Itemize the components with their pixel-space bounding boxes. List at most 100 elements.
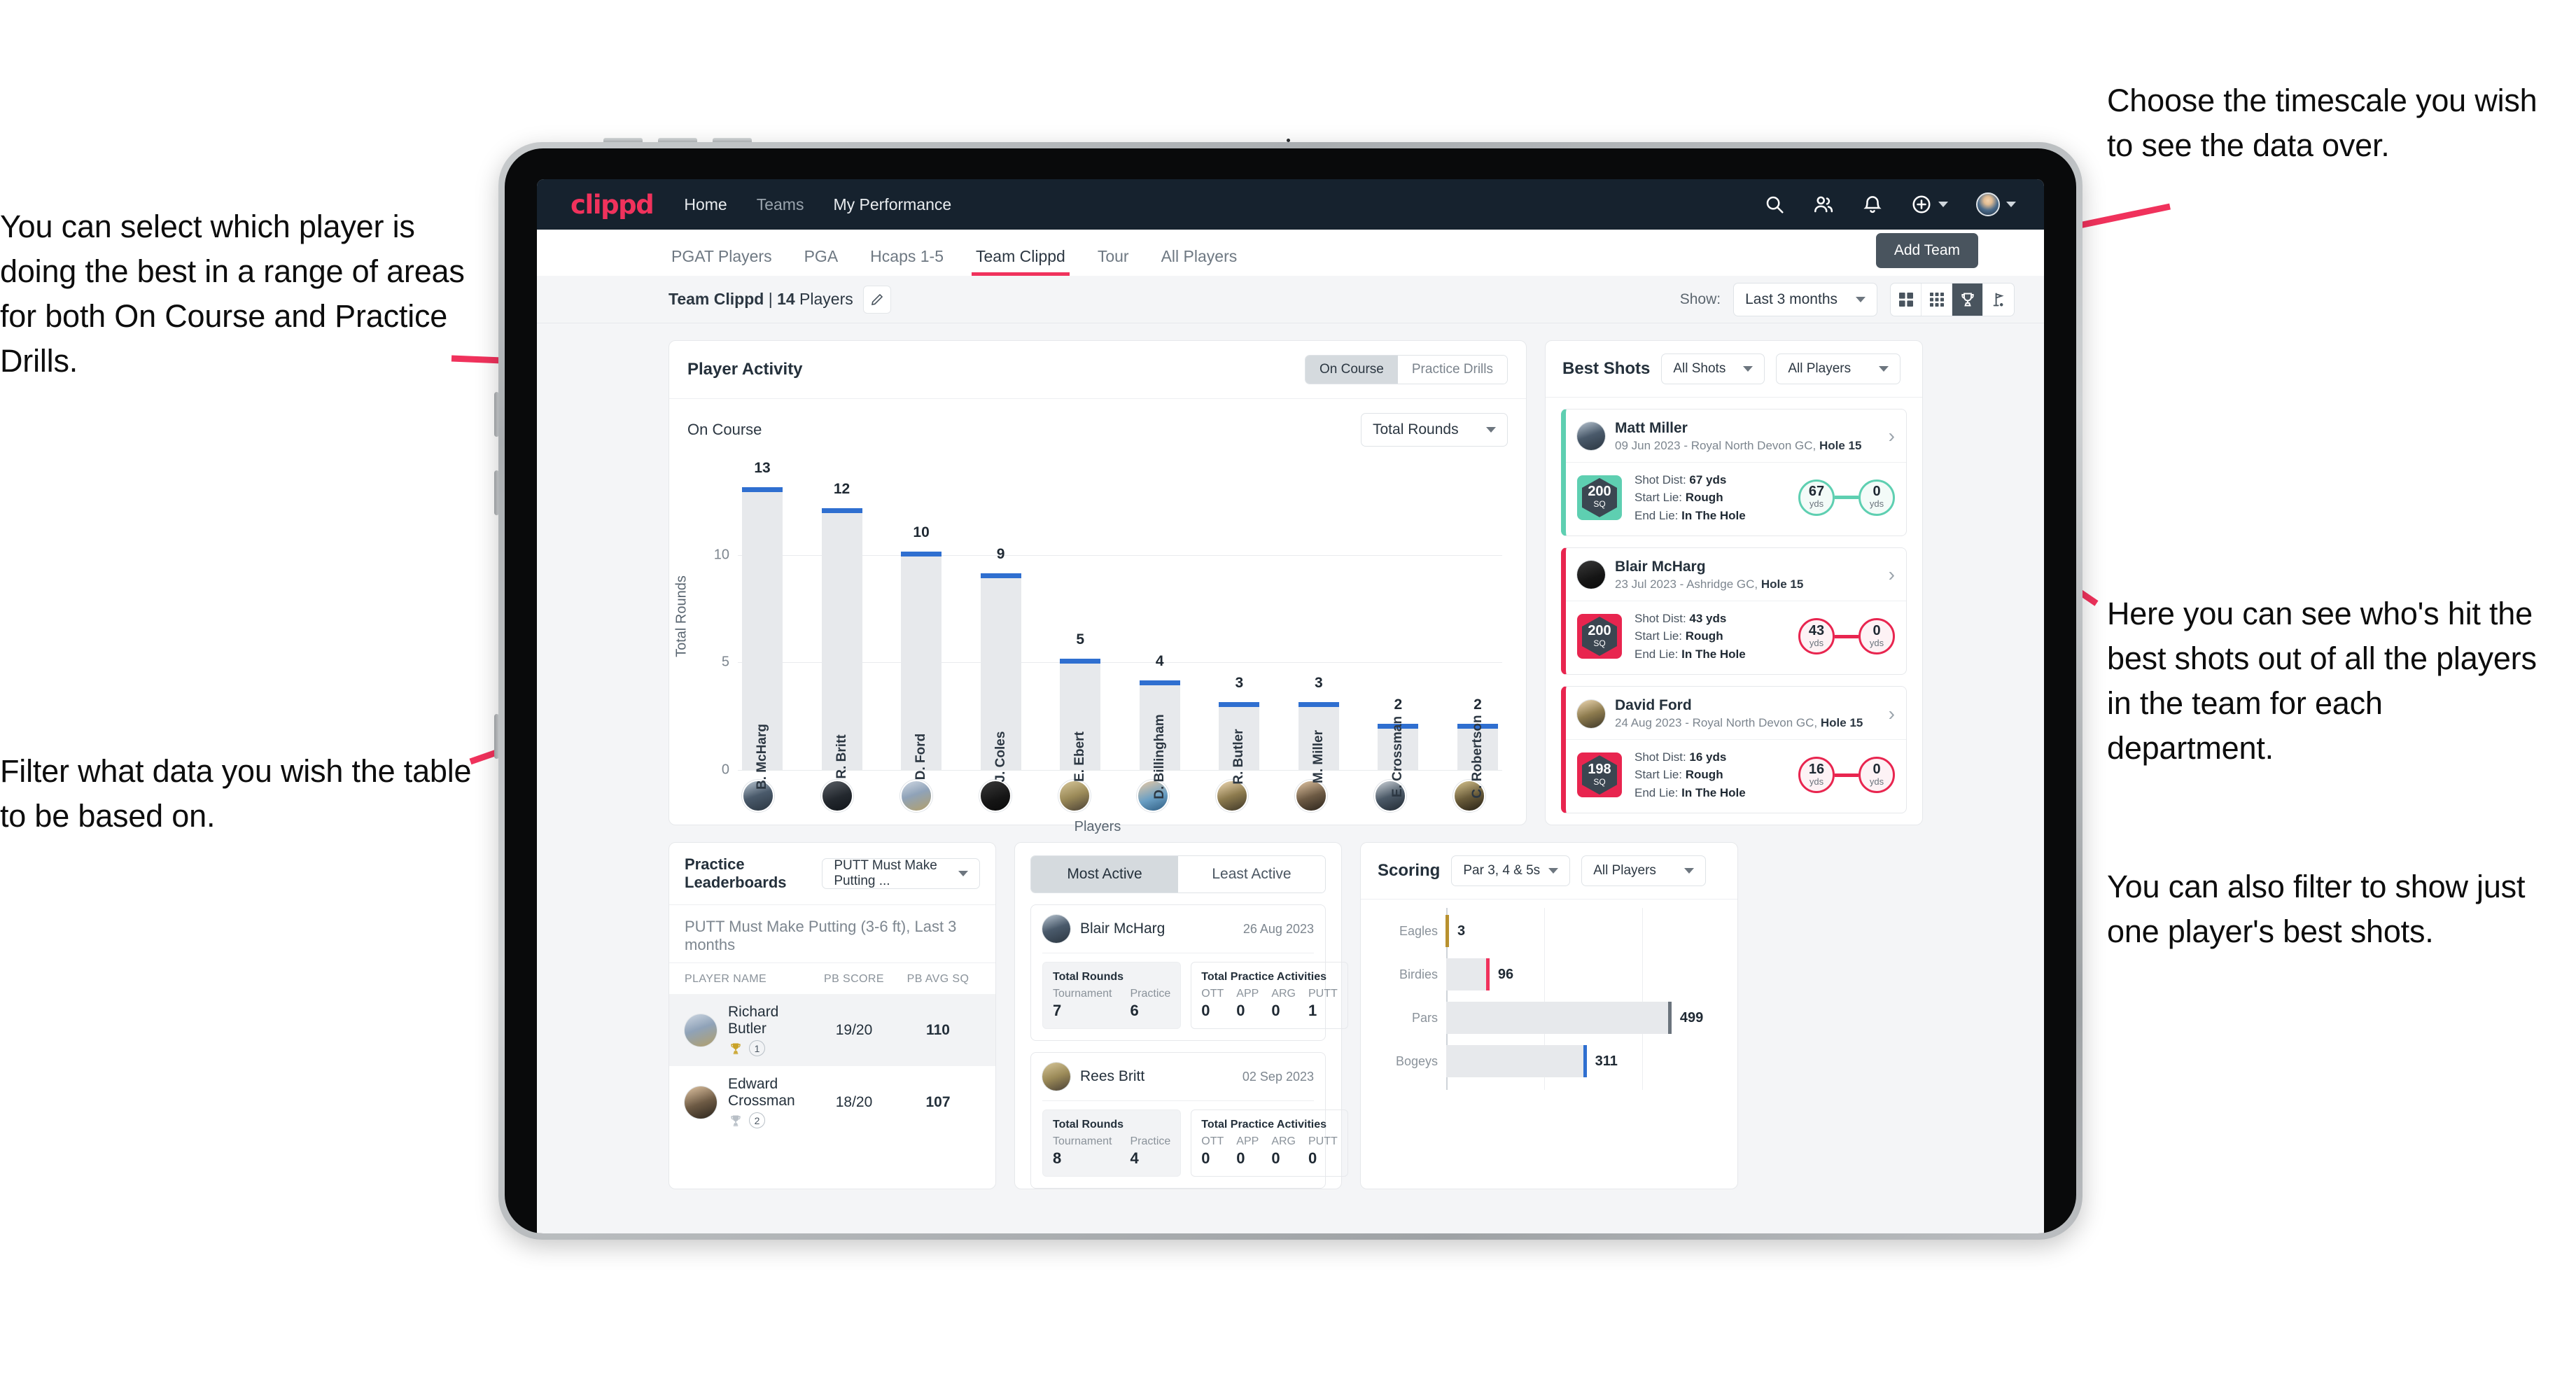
- trophy-icon[interactable]: [1952, 283, 1983, 316]
- bar-column[interactable]: 10 D. Ford: [901, 469, 942, 780]
- player-avatar[interactable]: [1058, 780, 1091, 812]
- edit-team-button[interactable]: [862, 285, 891, 314]
- chevron-right-icon[interactable]: ›: [1889, 426, 1895, 446]
- tab-tour[interactable]: Tour: [1098, 247, 1129, 276]
- table-row[interactable]: Richard Butler 1 19/20 110: [669, 994, 995, 1067]
- bar[interactable]: 2 C. Robertson: [1457, 696, 1498, 799]
- bar-column[interactable]: 4 D. Billingham: [1139, 469, 1180, 799]
- practice-stat-key: OTT: [1201, 1135, 1224, 1148]
- activity-card[interactable]: Blair McHarg 26 Aug 2023 Total Rounds Tourn…: [1030, 904, 1348, 1042]
- tab-all-players[interactable]: All Players: [1161, 247, 1238, 276]
- scoring-bar-row[interactable]: Eagles 3: [1379, 915, 1719, 948]
- account-menu[interactable]: [1976, 192, 2016, 216]
- bar[interactable]: 13 B. McHarg: [742, 460, 783, 790]
- col-player-name: PLAYER NAME: [685, 973, 767, 986]
- shot-quality-value: 198: [1588, 761, 1611, 777]
- scoring-bar-row[interactable]: Birdies 96: [1379, 958, 1719, 991]
- bar-cap: [901, 551, 942, 556]
- tab-least-active[interactable]: Least Active: [1178, 856, 1325, 893]
- best-shot-meta: 09 Jun 2023 - Royal North Devon GC, Hole…: [1615, 438, 1861, 454]
- timescale-select[interactable]: Last 3 months: [1733, 282, 1877, 316]
- nav-link-my-performance[interactable]: My Performance: [833, 195, 951, 214]
- practice-stat-key: PUTT: [1308, 1135, 1338, 1148]
- show-label: Show:: [1679, 290, 1721, 307]
- player-avatar[interactable]: [1295, 780, 1328, 812]
- grid-3x3-icon[interactable]: [1921, 283, 1952, 316]
- activity-card-body: Total Rounds Tournament 8 Practice 4 Total Pr…: [1031, 1101, 1348, 1188]
- app-logo[interactable]: clippd: [570, 190, 654, 220]
- player-avatar[interactable]: [820, 780, 853, 812]
- best-shot-meta: 24 Aug 2023 - Royal North Devon GC, Hole…: [1615, 715, 1863, 731]
- tab-pgat-players[interactable]: PGAT Players: [671, 247, 772, 276]
- chevron-down-icon[interactable]: [1938, 202, 1948, 207]
- grid-2x2-icon[interactable]: [1891, 283, 1921, 316]
- shot-to-unit: yds: [1869, 637, 1884, 648]
- best-shot-card[interactable]: David Ford 24 Aug 2023 - Royal North Devo…: [1561, 686, 1907, 814]
- player-avatar[interactable]: [899, 780, 932, 812]
- tablet-device: clippd Home Teams My Performance PGAT Pl…: [498, 142, 2082, 1240]
- tab-team-clippd[interactable]: Team Clippd: [972, 247, 1070, 276]
- scoring-bar-row[interactable]: Bogeys 311: [1379, 1045, 1719, 1078]
- tab-most-active[interactable]: Most Active: [1031, 856, 1178, 893]
- bar[interactable]: 3 M. Miller: [1298, 675, 1339, 783]
- table-row[interactable]: Edward Crossman 2 18/20 107: [669, 1066, 995, 1138]
- bar-column[interactable]: 3 M. Miller: [1298, 469, 1339, 783]
- metric-select[interactable]: Total Rounds: [1361, 413, 1508, 447]
- bar[interactable]: 5 E. Ebert: [1060, 631, 1101, 782]
- add-team-button[interactable]: Add Team: [1875, 233, 1978, 268]
- scoring-par-filter[interactable]: Par 3, 4 & 5s: [1451, 855, 1571, 887]
- practice-stat: OTT 0: [1201, 988, 1224, 1020]
- chevron-right-icon[interactable]: ›: [1889, 704, 1895, 724]
- segment-on-course[interactable]: On Course: [1306, 356, 1398, 384]
- best-shot-card[interactable]: Blair McHarg 23 Jul 2023 - Ashridge GC, H…: [1561, 547, 1907, 676]
- player-avatar[interactable]: [1216, 780, 1249, 812]
- practice-stat-value: 0: [1271, 1149, 1280, 1168]
- chevron-down-icon: [958, 871, 968, 877]
- end-lie-value: In The Hole: [1681, 785, 1746, 799]
- bar-column[interactable]: 2 C. Robertson: [1457, 469, 1498, 799]
- chevron-right-icon[interactable]: ›: [1889, 565, 1895, 584]
- best-shots-shot-filter[interactable]: All Shots: [1661, 354, 1765, 384]
- activity-card[interactable]: Rees Britt 02 Sep 2023 Total Rounds Tournam…: [1030, 1052, 1348, 1189]
- shot-to-value: 0: [1872, 761, 1881, 777]
- bar[interactable]: 3 R. Butler: [1219, 675, 1260, 785]
- shot-from-unit: yds: [1809, 498, 1824, 510]
- shot-details: Shot Dist: 67 yds Start Lie: Rough End Lie…: [1634, 471, 1746, 525]
- best-shots-player-filter[interactable]: All Players: [1776, 354, 1901, 384]
- bar[interactable]: 4 D. Billingham: [1139, 653, 1180, 799]
- avatar[interactable]: [1976, 192, 2000, 216]
- nav-link-teams[interactable]: Teams: [757, 195, 804, 214]
- tab-hcaps-1-5[interactable]: Hcaps 1-5: [870, 247, 944, 276]
- toolbar-right: Show: Last 3 months: [1679, 282, 2015, 316]
- bar-column[interactable]: 3 R. Butler: [1219, 469, 1260, 785]
- bar-column[interactable]: 5 E. Ebert: [1060, 469, 1101, 782]
- segment-practice-drills[interactable]: Practice Drills: [1397, 356, 1507, 384]
- golf-flag-icon[interactable]: [1983, 284, 2014, 316]
- drill-select[interactable]: PUTT Must Make Putting ...: [822, 858, 980, 890]
- search-icon[interactable]: [1764, 194, 1785, 215]
- bell-icon[interactable]: [1862, 194, 1883, 215]
- scoring-bar-row[interactable]: Pars 499: [1379, 1002, 1719, 1035]
- tab-pga[interactable]: PGA: [804, 247, 839, 276]
- bar-column[interactable]: 2 E. Crossman: [1378, 469, 1419, 797]
- start-lie-line: Start Lie: Rough: [1634, 489, 1746, 507]
- bar-column[interactable]: 13 B. McHarg: [742, 460, 783, 790]
- player-avatar[interactable]: [979, 780, 1011, 812]
- plus-circle-icon[interactable]: [1911, 194, 1932, 215]
- best-shot-card[interactable]: Matt Miller 09 Jun 2023 - Royal North Dev…: [1561, 409, 1907, 537]
- create-menu[interactable]: [1911, 194, 1948, 215]
- practice-stat-value: 0: [1271, 1002, 1280, 1020]
- leaderboard-player: Edward Crossman 2: [728, 1076, 812, 1129]
- scoring-bar-cap: [1485, 958, 1490, 991]
- people-icon[interactable]: [1813, 194, 1834, 215]
- bar[interactable]: 12 R. Britt: [821, 481, 862, 779]
- nav-link-home[interactable]: Home: [684, 195, 727, 214]
- bar[interactable]: 10 D. Ford: [901, 524, 942, 780]
- scoring-player-filter[interactable]: All Players: [1581, 855, 1707, 887]
- bar-column[interactable]: 12 R. Britt: [821, 469, 862, 779]
- chevron-down-icon[interactable]: [2006, 202, 2016, 207]
- bar[interactable]: 9 J. Coles: [980, 546, 1021, 782]
- bar-column[interactable]: 9 J. Coles: [980, 469, 1021, 782]
- scoring-bar: [1446, 1045, 1587, 1078]
- bar[interactable]: 2 E. Crossman: [1378, 696, 1419, 797]
